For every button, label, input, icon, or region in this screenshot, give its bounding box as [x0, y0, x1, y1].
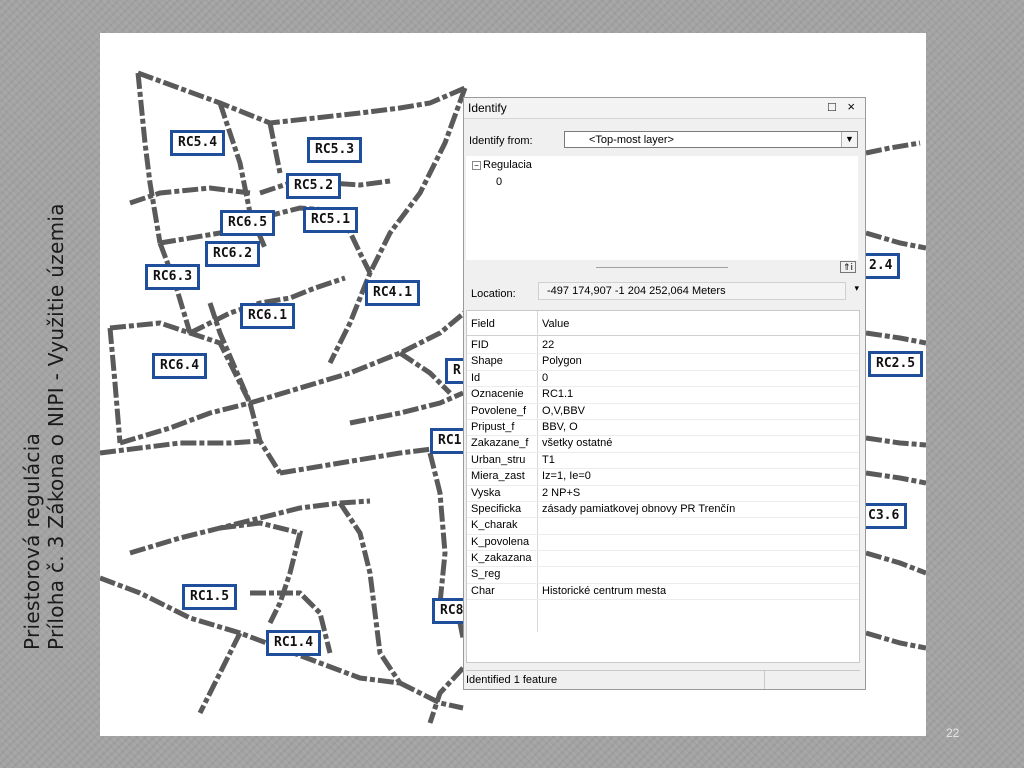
tree-layer-label: Regulacia	[483, 159, 532, 171]
map-label-rc6-1[interactable]: RC6.1	[240, 303, 296, 329]
tree-node-feature[interactable]: 0	[496, 176, 502, 188]
table-row[interactable]: Miera_zast Iz=1, Ie=0	[467, 469, 859, 486]
tree-feature-label: 0	[496, 176, 503, 188]
field-value: 22	[542, 339, 555, 351]
field-name: Oznacenie	[471, 388, 524, 401]
field-name: Specificka	[471, 502, 522, 515]
location-units-dropdown-icon[interactable]: ▾	[854, 283, 859, 294]
field-name: K_charak	[471, 519, 518, 532]
grid-header: Field Value	[467, 311, 859, 336]
field-value: T1	[542, 453, 555, 466]
field-value: Polygon	[542, 355, 582, 368]
field-name: Char	[471, 584, 495, 597]
field-name: K_povolena	[471, 535, 530, 548]
slide-title-line1: Priestorová regulácia	[20, 432, 44, 650]
results-tree[interactable]: − Regulacia 0	[466, 156, 858, 260]
table-row[interactable]: S_reg	[467, 567, 859, 584]
field-value: Iz=1, Ie=0	[542, 470, 591, 483]
collapse-icon[interactable]: −	[472, 160, 481, 170]
tree-node-layer[interactable]: − Regulacia	[472, 159, 532, 171]
field-name: Povolene_f	[471, 404, 527, 417]
location-field: -497 174,907 -1 204 252,064 Meters	[538, 282, 846, 300]
table-row[interactable]: Zakazane_f všetky ostatné	[467, 436, 859, 453]
location-value: -497 174,907 -1 204 252,064 Meters	[547, 285, 726, 297]
field-name: Vyska	[471, 486, 501, 499]
field-value: 0	[542, 371, 549, 384]
table-row[interactable]: Vyska 2 NP+S	[467, 486, 859, 502]
field-value: 2 NP+S	[542, 486, 581, 499]
identify-window[interactable]: Identify □ × Identify from: <Top-most la…	[463, 97, 866, 690]
field-name: K_zakazana	[471, 552, 532, 565]
identify-from-label: Identify from:	[469, 135, 533, 147]
table-row[interactable]: Shape Polygon	[467, 354, 859, 371]
expand-icon[interactable]: ⇑ⅰ	[839, 261, 856, 273]
slide-title: Priestorová regulácia Príloha č. 3 Zákon…	[20, 30, 68, 650]
field-name: FID	[471, 339, 489, 351]
status-bar: Identified 1 feature	[466, 670, 860, 689]
table-row[interactable]: Pripust_f BBV, O	[467, 420, 859, 437]
chevron-down-icon[interactable]: ▼	[841, 132, 857, 147]
field-name: Miera_zast	[471, 470, 525, 483]
pane-splitter[interactable]: ⇑ⅰ	[466, 260, 858, 274]
table-row[interactable]: K_zakazana	[467, 551, 859, 568]
field-name: S_reg	[471, 568, 501, 581]
map-label-rc6-4[interactable]: RC6.4	[152, 353, 208, 379]
table-row[interactable]: K_charak	[467, 518, 859, 535]
field-value: O,V,BBV	[542, 404, 586, 417]
identify-from-dropdown[interactable]: <Top-most layer> ▼	[564, 131, 858, 148]
field-name: Shape	[471, 355, 503, 368]
field-name: Id	[471, 371, 481, 384]
table-row[interactable]: Urban_stru T1	[467, 453, 859, 470]
field-name: Zakazane_f	[471, 437, 529, 450]
map-label-rc2-5[interactable]: RC2.5	[868, 351, 924, 377]
slide-title-line2: Príloha č. 3 Zákona o NIPI - Využitie úz…	[44, 203, 68, 650]
status-text: Identified 1 feature	[466, 674, 558, 686]
status-separator	[764, 671, 765, 689]
column-header-field[interactable]: Field	[471, 318, 495, 330]
map-label-rc6-2[interactable]: RC6.2	[205, 241, 261, 267]
field-name: Urban_stru	[471, 453, 526, 466]
map-label-rc6-5[interactable]: RC6.5	[220, 210, 276, 236]
table-row[interactable]: K_povolena	[467, 535, 859, 552]
page-number: 22	[946, 726, 960, 740]
field-name: Pripust_f	[471, 420, 515, 433]
table-row[interactable]: Povolene_f O,V,BBV	[467, 404, 859, 420]
field-value: zásady pamiatkovej obnovy PR Trenčín	[542, 502, 736, 515]
field-value: všetky ostatné	[542, 437, 613, 450]
field-value: Historické centrum mesta	[542, 584, 667, 597]
map-label-rc4-1[interactable]: RC4.1	[365, 280, 421, 306]
field-value: BBV, O	[542, 420, 578, 433]
grid-rows: FID 22 Shape Polygon Id 0 Oznacenie RC1.1 Povole…	[467, 338, 859, 601]
table-row[interactable]: Char Historické centrum mesta	[467, 584, 859, 601]
map-label-rc5-1[interactable]: RC5.1	[303, 207, 359, 233]
map-label-rc2-4[interactable]: 2.4	[861, 253, 901, 279]
table-row[interactable]: Id 0	[467, 371, 859, 388]
splitter-grip	[596, 267, 728, 268]
identify-titlebar[interactable]: Identify □ ×	[464, 98, 865, 119]
map-label-rc5-4[interactable]: RC5.4	[170, 130, 226, 156]
attributes-grid[interactable]: Field Value FID 22 Shape Polygon Id 0 Oznaceni…	[466, 310, 860, 663]
table-row[interactable]: Specificka zásady pamiatkovej obnovy PR T…	[467, 502, 859, 519]
column-header-value[interactable]: Value	[542, 318, 569, 330]
location-label: Location:	[471, 288, 516, 300]
map-label-rc5-2[interactable]: RC5.2	[286, 173, 342, 199]
map-label-rc5-3[interactable]: RC5.3	[307, 137, 363, 163]
map-label-rc3-6[interactable]: C3.6	[860, 503, 908, 529]
table-row[interactable]: Oznacenie RC1.1	[467, 387, 859, 404]
identify-title: Identify	[468, 101, 507, 115]
window-controls[interactable]: □ ×	[828, 99, 859, 114]
map-label-rc1-5[interactable]: RC1.5	[182, 584, 238, 610]
table-row[interactable]: FID 22	[467, 338, 859, 355]
identify-from-value: <Top-most layer>	[589, 134, 674, 146]
map-label-rc6-3[interactable]: RC6.3	[145, 264, 201, 290]
field-value: RC1.1	[542, 388, 574, 401]
map-label-rc1-4[interactable]: RC1.4	[266, 630, 322, 656]
